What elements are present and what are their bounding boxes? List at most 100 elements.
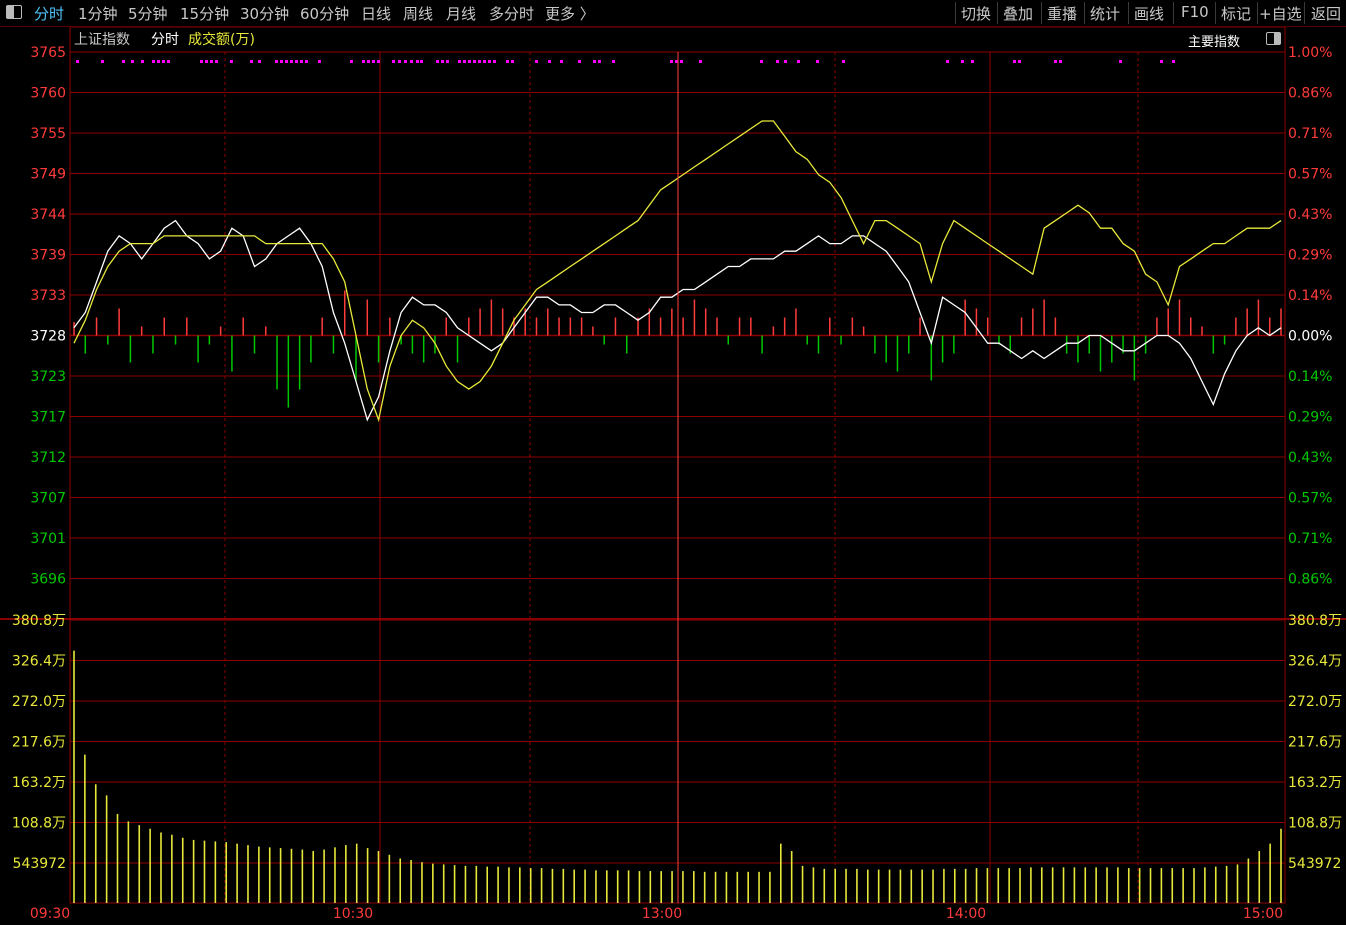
price-tick-label: 3728 <box>30 329 66 345</box>
tab-7[interactable]: 周线 <box>403 3 433 24</box>
price-tick-label: 3717 <box>30 410 66 426</box>
volume-tick-label-right: 543972 <box>1288 856 1341 872</box>
signal-marker <box>372 60 375 63</box>
price-tick-label: 3707 <box>30 491 66 507</box>
action-5[interactable]: F10 <box>1181 3 1209 21</box>
price-tick-label: 3744 <box>30 207 66 223</box>
signal-marker <box>468 60 471 63</box>
volume-tick-label-right: 272.0万 <box>1288 694 1342 710</box>
action-8[interactable]: 返回 <box>1311 3 1341 24</box>
signal-marker <box>612 60 615 63</box>
signal-marker <box>441 60 444 63</box>
main-index-button[interactable]: 主要指数 <box>1188 31 1240 50</box>
signal-marker <box>784 60 787 63</box>
signal-marker <box>210 60 213 63</box>
signal-marker <box>420 60 423 63</box>
tab-10[interactable]: 更多 〉 <box>545 3 595 24</box>
price-tick-label: 3765 <box>30 45 66 61</box>
signal-marker <box>506 60 509 63</box>
volume-tick-label-right: 217.6万 <box>1288 735 1342 751</box>
signal-marker <box>300 60 303 63</box>
signal-marker <box>760 60 763 63</box>
tab-0[interactable]: 分时 <box>34 3 64 24</box>
signal-marker <box>1054 60 1057 63</box>
volume-tick-label: 108.8万 <box>12 816 66 832</box>
signal-marker <box>280 60 283 63</box>
pct-tick-label: 0.00% <box>1288 329 1332 345</box>
signal-marker <box>275 60 278 63</box>
action-1[interactable]: 叠加 <box>1003 3 1033 24</box>
signal-marker <box>76 60 79 63</box>
side-panel-toggle-icon[interactable] <box>1266 32 1281 45</box>
signal-marker <box>473 60 476 63</box>
signal-marker <box>699 60 702 63</box>
volume-tick-label: 272.0万 <box>12 694 66 710</box>
signal-marker <box>670 60 673 63</box>
action-0[interactable]: 切换 <box>961 3 991 24</box>
time-tick-label: 15:00 <box>1243 906 1283 922</box>
volume-tick-label-right: 326.4万 <box>1288 654 1342 670</box>
tab-1[interactable]: 1分钟 <box>78 3 118 24</box>
tab-2[interactable]: 5分钟 <box>128 3 168 24</box>
signal-marker <box>392 60 395 63</box>
signal-marker <box>548 60 551 63</box>
signal-marker <box>416 60 419 63</box>
pct-tick-label: 0.57% <box>1288 491 1332 507</box>
price-tick-label: 3701 <box>30 531 66 547</box>
signal-marker <box>1160 60 1163 63</box>
signal-marker <box>200 60 203 63</box>
signal-marker <box>797 60 800 63</box>
signal-marker <box>1018 60 1021 63</box>
pct-tick-label: 0.71% <box>1288 126 1332 142</box>
action-7[interactable]: +自选 <box>1259 3 1302 24</box>
pct-tick-label: 0.86% <box>1288 572 1332 588</box>
volume-tick-label-right: 108.8万 <box>1288 816 1342 832</box>
signal-marker <box>816 60 819 63</box>
signal-marker <box>152 60 155 63</box>
signal-marker <box>680 60 683 63</box>
tab-5[interactable]: 60分钟 <box>300 3 349 24</box>
signal-marker <box>377 60 380 63</box>
time-tick-label: 13:00 <box>642 906 682 922</box>
time-tick-label: 14:00 <box>946 906 986 922</box>
signal-marker <box>1172 60 1175 63</box>
signal-marker <box>305 60 308 63</box>
tab-9[interactable]: 多分时 <box>489 3 534 24</box>
volume-tick-label: 543972 <box>13 856 66 872</box>
signal-marker <box>250 60 253 63</box>
signal-marker <box>598 60 601 63</box>
signal-marker <box>560 60 563 63</box>
action-6[interactable]: 标记 <box>1221 3 1251 24</box>
signal-marker <box>436 60 439 63</box>
tab-3[interactable]: 15分钟 <box>180 3 229 24</box>
signal-marker <box>1119 60 1122 63</box>
pct-tick-label: 0.43% <box>1288 207 1332 223</box>
signal-marker <box>511 60 514 63</box>
signal-marker <box>1013 60 1016 63</box>
signal-marker <box>478 60 481 63</box>
action-4[interactable]: 画线 <box>1134 3 1164 24</box>
volume-tick-label: 380.8万 <box>12 613 66 629</box>
price-tick-label: 3723 <box>30 369 66 385</box>
tab-4[interactable]: 30分钟 <box>240 3 289 24</box>
pct-tick-label: 0.14% <box>1288 369 1332 385</box>
pct-tick-label: 0.29% <box>1288 248 1332 264</box>
signal-marker <box>367 60 370 63</box>
signal-marker <box>290 60 293 63</box>
price-tick-label: 3739 <box>30 248 66 264</box>
signal-marker <box>410 60 413 63</box>
signal-marker <box>295 60 298 63</box>
tab-8[interactable]: 月线 <box>446 3 476 24</box>
action-2[interactable]: 重播 <box>1047 3 1077 24</box>
signal-marker <box>463 60 466 63</box>
panel-toggle-icon[interactable] <box>6 5 22 19</box>
signal-marker <box>493 60 496 63</box>
tab-6[interactable]: 日线 <box>361 3 391 24</box>
action-3[interactable]: 统计 <box>1090 3 1120 24</box>
chart-canvas: 3765 3760 3755 3749 3744 3739 3733 3728 3723 3717… <box>0 26 1346 922</box>
price-tick-label: 3696 <box>30 572 66 588</box>
volume-tick-label-right: 380.8万 <box>1288 613 1342 629</box>
signal-marker <box>215 60 218 63</box>
price-tick-label: 3749 <box>30 167 66 183</box>
signal-marker <box>205 60 208 63</box>
